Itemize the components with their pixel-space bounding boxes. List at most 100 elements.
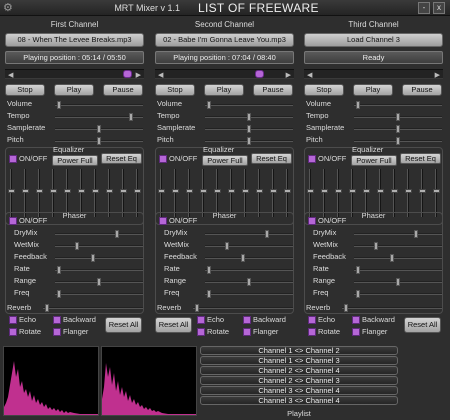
range-thumb[interactable] — [396, 278, 400, 286]
drymix-thumb[interactable] — [414, 230, 418, 238]
freq-slider[interactable] — [205, 290, 293, 298]
eq-band-thumb[interactable] — [200, 189, 207, 193]
checkbox-icon[interactable] — [9, 316, 17, 325]
pitch-slider[interactable] — [354, 137, 442, 145]
rate-slider[interactable] — [55, 266, 143, 274]
freq-thumb[interactable] — [207, 290, 211, 298]
eq-band-slider[interactable] — [22, 169, 29, 217]
eq-band-slider[interactable] — [242, 169, 249, 217]
wetmix-thumb[interactable] — [374, 242, 378, 250]
rate-thumb[interactable] — [207, 266, 211, 274]
phaser-onoff-checkbox[interactable]: ON/OFF — [159, 216, 197, 226]
reset-all-button[interactable]: Reset All — [155, 317, 192, 333]
checkbox-icon[interactable] — [352, 328, 360, 337]
load-file-button[interactable]: Load Channel 3 — [304, 33, 443, 47]
samplerate-thumb[interactable] — [97, 125, 101, 133]
range-slider[interactable] — [55, 278, 143, 286]
freq-thumb[interactable] — [356, 290, 360, 298]
checkbox-icon[interactable] — [53, 316, 61, 325]
rotate-checkbox[interactable]: Rotate — [308, 327, 340, 337]
backward-checkbox[interactable]: Backward — [53, 315, 96, 325]
eq-band-thumb[interactable] — [377, 189, 384, 193]
eq-band-slider[interactable] — [377, 169, 384, 217]
eq-band-thumb[interactable] — [307, 189, 314, 193]
reverb-thumb[interactable] — [45, 304, 49, 312]
checkbox-icon[interactable] — [197, 328, 205, 337]
eq-band-thumb[interactable] — [419, 189, 426, 193]
eq-band-slider[interactable] — [419, 169, 426, 217]
reset-eq-button[interactable]: Reset Eq — [101, 153, 142, 164]
load-file-button[interactable]: 08 - When The Levee Breaks.mp3 — [5, 33, 144, 47]
samplerate-slider[interactable] — [55, 125, 143, 133]
eq-band-slider[interactable] — [256, 169, 263, 217]
eq-band-thumb[interactable] — [22, 189, 29, 193]
play-button[interactable]: Play — [204, 84, 244, 96]
eq-band-thumb[interactable] — [36, 189, 43, 193]
pause-button[interactable]: Pause — [253, 84, 293, 96]
checkbox-icon[interactable] — [308, 328, 316, 337]
samplerate-slider[interactable] — [354, 125, 442, 133]
seek-left-icon[interactable]: ◀ — [307, 71, 312, 79]
eq-band-thumb[interactable] — [228, 189, 235, 193]
volume-thumb[interactable] — [356, 101, 360, 109]
volume-thumb[interactable] — [57, 101, 61, 109]
eq-band-slider[interactable] — [321, 169, 328, 217]
pitch-slider[interactable] — [55, 137, 143, 145]
eq-band-slider[interactable] — [335, 169, 342, 217]
eq-band-thumb[interactable] — [284, 189, 291, 193]
eq-band-thumb[interactable] — [256, 189, 263, 193]
range-slider[interactable] — [205, 278, 293, 286]
tempo-slider[interactable] — [205, 113, 293, 121]
feedback-thumb[interactable] — [91, 254, 95, 262]
eq-band-thumb[interactable] — [349, 189, 356, 193]
pause-button[interactable]: Pause — [103, 84, 143, 96]
eq-band-slider[interactable] — [186, 169, 193, 217]
freq-thumb[interactable] — [57, 290, 61, 298]
eq-band-thumb[interactable] — [405, 189, 412, 193]
eq-band-slider[interactable] — [50, 169, 57, 217]
eq-band-slider[interactable] — [172, 169, 179, 217]
reset-all-button[interactable]: Reset All — [105, 317, 142, 333]
freq-slider[interactable] — [55, 290, 143, 298]
eq-band-thumb[interactable] — [106, 189, 113, 193]
checkbox-icon[interactable] — [53, 328, 61, 337]
seek-right-icon[interactable]: ▶ — [435, 71, 440, 79]
eq-band-thumb[interactable] — [335, 189, 342, 193]
close-button[interactable]: x — [433, 2, 445, 14]
drymix-slider[interactable] — [205, 230, 293, 238]
eq-band-thumb[interactable] — [270, 189, 277, 193]
eq-band-thumb[interactable] — [158, 189, 165, 193]
eq-band-thumb[interactable] — [50, 189, 57, 193]
playlist-item[interactable]: Channel 1 <> Channel 2 — [200, 346, 398, 355]
stop-button[interactable]: Stop — [155, 84, 195, 96]
checkbox-icon[interactable] — [308, 316, 316, 325]
feedback-slider[interactable] — [55, 254, 143, 262]
playlist-item[interactable]: Channel 3 <> Channel 4 — [200, 396, 398, 405]
checkbox-icon[interactable] — [9, 155, 17, 164]
samplerate-slider[interactable] — [205, 125, 293, 133]
checkbox-icon[interactable] — [9, 328, 17, 337]
reset-eq-button[interactable]: Reset Eq — [251, 153, 292, 164]
power-full-button[interactable]: Power Full — [52, 155, 98, 166]
eq-band-slider[interactable] — [8, 169, 15, 217]
eq-onoff-checkbox[interactable]: ON/OFF — [9, 154, 47, 164]
playlist-item[interactable]: Channel 2 <> Channel 3 — [200, 376, 398, 385]
eq-band-slider[interactable] — [228, 169, 235, 217]
pitch-thumb[interactable] — [97, 137, 101, 145]
checkbox-icon[interactable] — [352, 316, 360, 325]
eq-band-slider[interactable] — [307, 169, 314, 217]
flanger-checkbox[interactable]: Flanger — [352, 327, 387, 337]
eq-band-slider[interactable] — [214, 169, 221, 217]
stop-button[interactable]: Stop — [304, 84, 344, 96]
eq-band-thumb[interactable] — [134, 189, 141, 193]
wetmix-thumb[interactable] — [75, 242, 79, 250]
tempo-slider[interactable] — [55, 113, 143, 121]
checkbox-icon[interactable] — [243, 316, 251, 325]
eq-band-thumb[interactable] — [433, 189, 440, 193]
reverb-slider[interactable] — [342, 304, 442, 312]
backward-checkbox[interactable]: Backward — [352, 315, 395, 325]
eq-band-slider[interactable] — [64, 169, 71, 217]
rotate-checkbox[interactable]: Rotate — [9, 327, 41, 337]
seek-left-icon[interactable]: ◀ — [158, 71, 163, 79]
stop-button[interactable]: Stop — [5, 84, 45, 96]
